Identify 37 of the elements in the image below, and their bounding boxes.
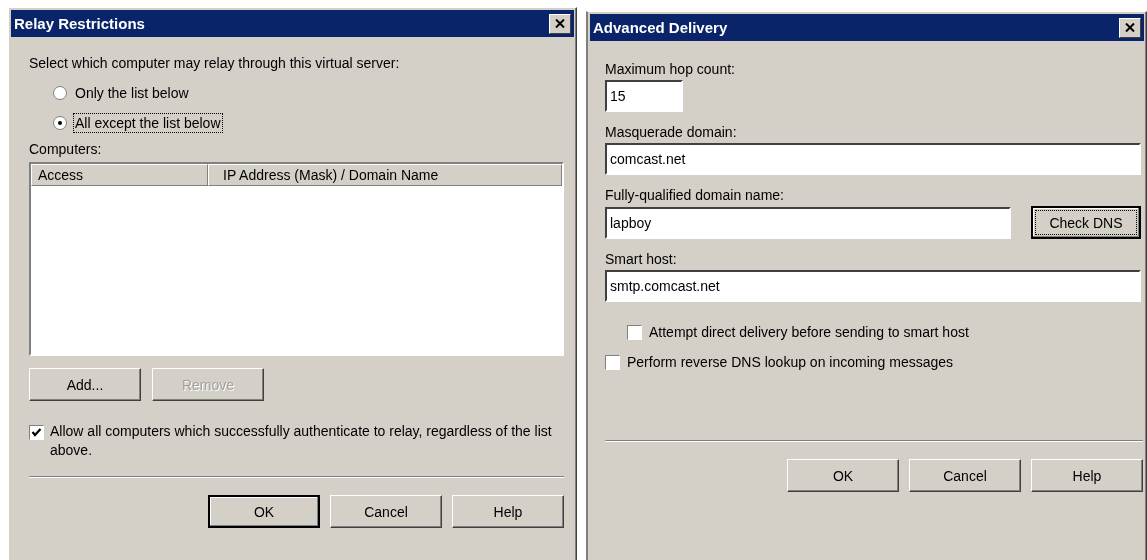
option-label[interactable]: Only the list below [73, 83, 191, 103]
list-button[interactable]: Add... [29, 368, 141, 401]
close-icon [1125, 23, 1135, 32]
close-button[interactable] [549, 13, 571, 34]
column-header[interactable]: Access [31, 164, 208, 186]
checkbox-label: Attempt direct delivery before sending to smart host [649, 324, 969, 340]
list-label: Computers: [29, 141, 103, 157]
field-label: Fully-qualified domain name: [605, 187, 785, 203]
option-label[interactable]: All except the list below [73, 113, 223, 133]
field-label: Masquerade domain: [605, 124, 738, 140]
checkbox[interactable] [29, 425, 44, 440]
close-button[interactable] [1119, 17, 1141, 38]
check-dns-button[interactable]: Check DNS [1031, 206, 1141, 239]
radio-button[interactable] [53, 86, 67, 100]
dialog-button[interactable]: Cancel [330, 495, 442, 528]
column-header[interactable]: IP Address (Mask) / Domain Name [208, 164, 562, 186]
window-title: Advanced Delivery [593, 19, 728, 36]
input-field[interactable]: comcast.net [605, 143, 1141, 175]
checkbox-label: Perform reverse DNS lookup on incoming messages [627, 354, 954, 370]
window-title: Relay Restrictions [14, 15, 145, 32]
field-label: Smart host: [605, 251, 678, 267]
input-field[interactable]: smtp.comcast.net [605, 270, 1141, 302]
checkbox[interactable] [605, 355, 620, 370]
computers-list[interactable]: Access IP Address (Mask) / Domain Name [29, 162, 564, 356]
dialog-button[interactable]: OK [787, 459, 899, 492]
checkbox-label: Allow all computers which successfully authenticate to relay, regardless of the list above. [50, 422, 553, 460]
dialog-button[interactable]: Help [452, 495, 564, 528]
dialog-button[interactable]: Help [1031, 459, 1143, 492]
dialog-button[interactable]: Cancel [909, 459, 1021, 492]
radio-button[interactable] [53, 116, 67, 130]
input-field[interactable]: 15 [605, 80, 683, 112]
prompt-text: Select which computer may relay through this virtual server: [29, 55, 401, 71]
dialog-button[interactable]: OK [208, 495, 320, 528]
field-label: Maximum hop count: [605, 61, 736, 77]
input-field[interactable]: lapboy [605, 206, 1011, 239]
close-icon [555, 19, 565, 28]
checkbox[interactable] [627, 325, 642, 340]
